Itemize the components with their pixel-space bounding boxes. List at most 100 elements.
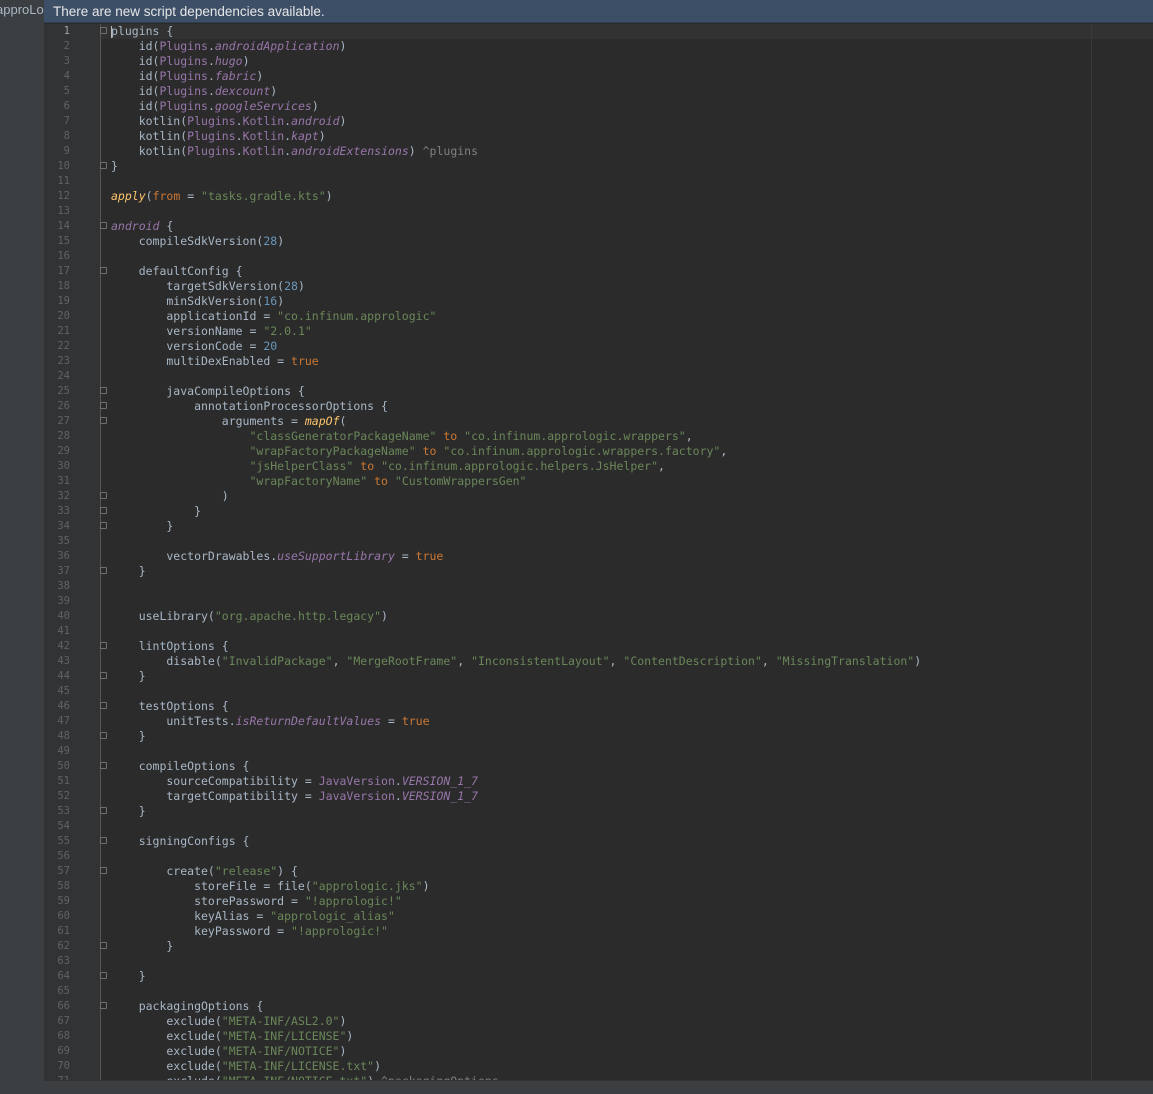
fold-marker-icon[interactable]	[100, 642, 107, 649]
fold-marker-icon[interactable]	[100, 267, 107, 274]
code-line[interactable]: 32 )	[44, 489, 1153, 504]
code-line[interactable]: 48 }	[44, 729, 1153, 744]
code-line[interactable]: 57 create("release") {	[44, 864, 1153, 879]
code-line[interactable]: 69 exclude("META-INF/NOTICE")	[44, 1044, 1153, 1059]
code-line[interactable]: 23 multiDexEnabled = true	[44, 354, 1153, 369]
code-line[interactable]: 27 arguments = mapOf(	[44, 414, 1153, 429]
fold-marker-icon[interactable]	[100, 492, 107, 499]
code-line[interactable]: 61 keyPassword = "!apprologic!"	[44, 924, 1153, 939]
fold-marker-icon[interactable]	[100, 702, 107, 709]
code-line[interactable]: 24	[44, 369, 1153, 384]
code-line[interactable]: 17 defaultConfig {	[44, 264, 1153, 279]
code-line[interactable]: 31 "wrapFactoryName" to "CustomWrappersG…	[44, 474, 1153, 489]
code-line[interactable]: 19 minSdkVersion(16)	[44, 294, 1153, 309]
code-line[interactable]: 18 targetSdkVersion(28)	[44, 279, 1153, 294]
project-name-label[interactable]: approLogic	[0, 2, 44, 17]
fold-marker-icon[interactable]	[100, 837, 107, 844]
code-line[interactable]: 70 exclude("META-INF/LICENSE.txt")	[44, 1059, 1153, 1074]
fold-marker-icon[interactable]	[100, 402, 107, 409]
fold-marker-icon[interactable]	[100, 672, 107, 679]
line-number: 37	[57, 565, 70, 577]
code-line[interactable]: 60 keyAlias = "apprologic_alias"	[44, 909, 1153, 924]
code-line[interactable]: 42 lintOptions {	[44, 639, 1153, 654]
code-line[interactable]: 26 annotationProcessorOptions {	[44, 399, 1153, 414]
code-line[interactable]: 51 sourceCompatibility = JavaVersion.VER…	[44, 774, 1153, 789]
code-line[interactable]: 63	[44, 954, 1153, 969]
code-line[interactable]: 66 packagingOptions {	[44, 999, 1153, 1014]
code-line[interactable]: 13	[44, 204, 1153, 219]
code-line[interactable]: 52 targetCompatibility = JavaVersion.VER…	[44, 789, 1153, 804]
code-editor[interactable]: 1 plugins {2 id(Plugins.androidApplicatio…	[44, 24, 1153, 1080]
code-line[interactable]: 43 disable("InvalidPackage", "MergeRootF…	[44, 654, 1153, 669]
code-line[interactable]: 21 versionName = "2.0.1"	[44, 324, 1153, 339]
code-line[interactable]: 39	[44, 594, 1153, 609]
code-line[interactable]: 16	[44, 249, 1153, 264]
code-line[interactable]: 67 exclude("META-INF/ASL2.0")	[44, 1014, 1153, 1029]
code-line[interactable]: 1 plugins {	[44, 24, 1153, 39]
code-line[interactable]: 14 android {	[44, 219, 1153, 234]
code-line[interactable]: 35	[44, 534, 1153, 549]
code-line[interactable]: 46 testOptions {	[44, 699, 1153, 714]
code-line[interactable]: 36 vectorDrawables.useSupportLibrary = t…	[44, 549, 1153, 564]
code-line[interactable]: 3 id(Plugins.hugo)	[44, 54, 1153, 69]
code-line[interactable]: 53 }	[44, 804, 1153, 819]
horizontal-scrollbar[interactable]	[44, 1080, 1153, 1094]
code-line[interactable]: 44 }	[44, 669, 1153, 684]
code-line[interactable]: 41	[44, 624, 1153, 639]
script-dependencies-notification[interactable]: There are new script dependencies availa…	[44, 0, 1153, 23]
code-line[interactable]: 68 exclude("META-INF/LICENSE")	[44, 1029, 1153, 1044]
code-line[interactable]: 49	[44, 744, 1153, 759]
code-line[interactable]: 28 "classGeneratorPackageName" to "co.in…	[44, 429, 1153, 444]
fold-marker-icon[interactable]	[100, 732, 107, 739]
code-line[interactable]: 45	[44, 684, 1153, 699]
code-line[interactable]: 59 storePassword = "!apprologic!"	[44, 894, 1153, 909]
fold-marker-icon[interactable]	[100, 867, 107, 874]
code-line[interactable]: 2 id(Plugins.androidApplication)	[44, 39, 1153, 54]
code-line[interactable]: 7 kotlin(Plugins.Kotlin.android)	[44, 114, 1153, 129]
code-line[interactable]: 15 compileSdkVersion(28)	[44, 234, 1153, 249]
code-line[interactable]: 65	[44, 984, 1153, 999]
fold-marker-icon[interactable]	[100, 162, 107, 169]
fold-marker-icon[interactable]	[100, 1002, 107, 1009]
fold-marker-icon[interactable]	[100, 522, 107, 529]
code-line[interactable]: 6 id(Plugins.googleServices)	[44, 99, 1153, 114]
code-line[interactable]: 8 kotlin(Plugins.Kotlin.kapt)	[44, 129, 1153, 144]
fold-marker-icon[interactable]	[100, 27, 107, 34]
code-line[interactable]: 11	[44, 174, 1153, 189]
code-line[interactable]: 10}	[44, 159, 1153, 174]
code-line[interactable]: 30 "jsHelperClass" to "co.infinum.approl…	[44, 459, 1153, 474]
fold-marker-icon[interactable]	[100, 972, 107, 979]
code-line[interactable]: 12 apply(from = "tasks.gradle.kts")	[44, 189, 1153, 204]
code-line[interactable]: 25 javaCompileOptions {	[44, 384, 1153, 399]
code-line[interactable]: 58 storeFile = file("apprologic.jks")	[44, 879, 1153, 894]
fold-marker-icon[interactable]	[100, 387, 107, 394]
fold-marker-icon[interactable]	[100, 417, 107, 424]
code-line[interactable]: 4 id(Plugins.fabric)	[44, 69, 1153, 84]
code-line[interactable]: 64 }	[44, 969, 1153, 984]
code-line[interactable]: 37 }	[44, 564, 1153, 579]
code-line[interactable]: 54	[44, 819, 1153, 834]
fold-marker-icon[interactable]	[100, 567, 107, 574]
code-line[interactable]: 38	[44, 579, 1153, 594]
code-line[interactable]: 20 applicationId = "co.infinum.apprologi…	[44, 309, 1153, 324]
code-line[interactable]: 5 id(Plugins.dexcount)	[44, 84, 1153, 99]
code-text: vectorDrawables.useSupportLibrary = true	[111, 549, 444, 563]
fold-marker-icon[interactable]	[100, 942, 107, 949]
fold-marker-icon[interactable]	[100, 807, 107, 814]
code-line[interactable]: 55 signingConfigs {	[44, 834, 1153, 849]
code-line[interactable]: 34 }	[44, 519, 1153, 534]
code-line[interactable]: 62 }	[44, 939, 1153, 954]
fold-marker-icon[interactable]	[100, 507, 107, 514]
fold-marker-icon[interactable]	[100, 762, 107, 769]
code-line[interactable]: 50 compileOptions {	[44, 759, 1153, 774]
code-line[interactable]: 40 useLibrary("org.apache.http.legacy")	[44, 609, 1153, 624]
code-text: plugins {	[111, 24, 174, 38]
fold-marker-icon[interactable]	[100, 222, 107, 229]
code-line[interactable]: 29 "wrapFactoryPackageName" to "co.infin…	[44, 444, 1153, 459]
code-line[interactable]: 56	[44, 849, 1153, 864]
code-line[interactable]: 22 versionCode = 20	[44, 339, 1153, 354]
code-line[interactable]: 9 kotlin(Plugins.Kotlin.androidExtension…	[44, 144, 1153, 159]
project-tool-window[interactable]: approLogic	[0, 0, 45, 1094]
code-line[interactable]: 47 unitTests.isReturnDefaultValues = tru…	[44, 714, 1153, 729]
code-line[interactable]: 33 }	[44, 504, 1153, 519]
